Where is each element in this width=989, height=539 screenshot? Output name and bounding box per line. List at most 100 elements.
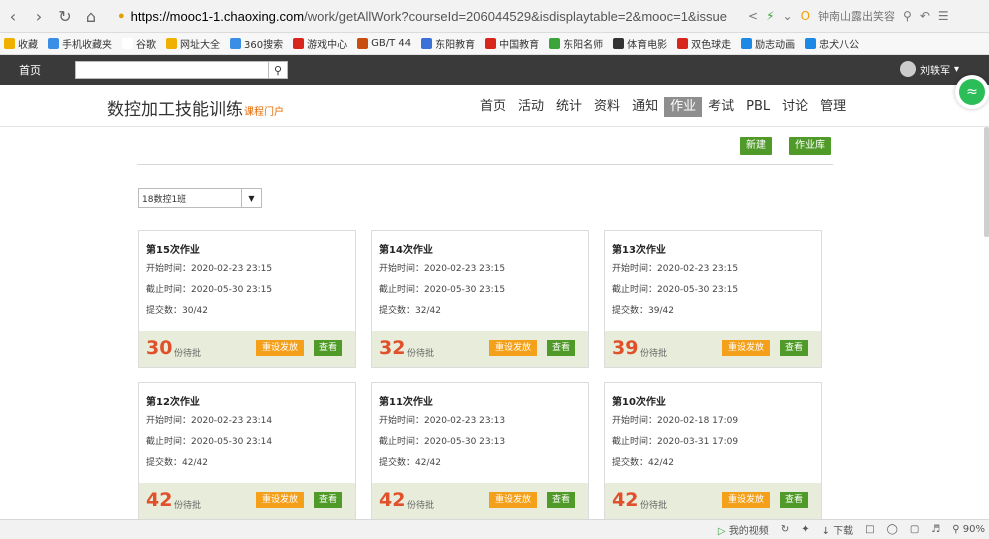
scrollbar[interactable]	[984, 127, 989, 237]
end-time: 截止时间：2020-05-30 23:15	[612, 285, 739, 295]
page-icon[interactable]: □	[865, 524, 874, 535]
search-icon[interactable]: ⚲	[268, 61, 288, 79]
bookmark-label: 游戏中心	[307, 40, 348, 51]
bookmark-label: 360搜索	[244, 40, 284, 51]
bookmark-item[interactable]: 360搜索	[230, 36, 283, 51]
reset-release-button[interactable]: 重设发放	[489, 340, 538, 356]
user-name: 刘轶军	[919, 65, 950, 77]
course-nav-item[interactable]: 管理	[814, 97, 852, 117]
share-icon[interactable]: <	[748, 9, 758, 23]
bookmark-item[interactable]: 中国教育	[485, 36, 539, 51]
site-search-input[interactable]	[75, 61, 268, 79]
chevron-down-icon[interactable]: ▼	[241, 189, 261, 207]
course-nav-item[interactable]: PBL	[740, 97, 776, 117]
bookmark-icon	[230, 38, 241, 49]
pending-label: 份待批	[407, 501, 435, 511]
assignment-title[interactable]: 第14次作业	[379, 241, 433, 256]
pending-count: 42	[612, 489, 639, 511]
bookmark-icon	[357, 38, 369, 49]
submit-count: 提交数：30/42	[146, 306, 208, 316]
site-home-link[interactable]: 首页	[19, 62, 69, 78]
zoom-control[interactable]: ⚲ 90%	[952, 524, 985, 535]
forward-icon[interactable]: ›	[26, 3, 52, 29]
refresh-icon[interactable]: ↻	[781, 524, 789, 535]
bookmark-item[interactable]: 体育电影	[613, 36, 667, 51]
search-suggestion[interactable]: 钟南山露出笑容	[818, 8, 895, 24]
lightning-icon[interactable]: ⚡	[766, 9, 774, 23]
card-footer: 42 份待批 重设发放 查看	[372, 483, 588, 519]
site-topbar: 首页 ⚲ 刘轶军 ▾	[0, 55, 989, 85]
bookmark-item[interactable]: 东阳教育	[421, 36, 475, 51]
course-nav-item[interactable]: 考试	[702, 97, 740, 117]
reset-release-button[interactable]: 重设发放	[722, 340, 771, 356]
address-bar[interactable]: ● https://mooc1-1.chaoxing.com/work/getA…	[118, 4, 738, 28]
pending-count: 42	[146, 489, 173, 511]
bookmark-item[interactable]: 励志动画	[741, 36, 795, 51]
course-nav-item[interactable]: 统计	[550, 97, 588, 117]
view-button[interactable]: 查看	[314, 492, 343, 508]
view-button[interactable]: 查看	[547, 492, 576, 508]
view-button[interactable]: 查看	[780, 340, 809, 356]
tool-icon[interactable]: ✦	[801, 524, 809, 535]
chevron-down-icon[interactable]: ⌄	[783, 9, 793, 23]
assignment-library-button[interactable]: 作业库	[789, 137, 831, 155]
start-time: 开始时间：2020-02-23 23:13	[379, 416, 506, 426]
reset-release-button[interactable]: 重设发放	[256, 492, 305, 508]
card-footer: 39 份待批 重设发放 查看	[605, 331, 821, 367]
reload-icon[interactable]: ↻	[52, 3, 78, 29]
course-nav-item[interactable]: 首页	[474, 97, 512, 117]
reset-release-button[interactable]: 重设发放	[256, 340, 305, 356]
my-video-link[interactable]: ▷ 我的视频	[718, 522, 769, 537]
download-link[interactable]: ↓ 下载	[822, 522, 854, 537]
card-footer: 32 份待批 重设发放 查看	[372, 331, 588, 367]
bookmark-item[interactable]: 收藏	[4, 36, 38, 51]
course-nav-item[interactable]: 通知	[626, 97, 664, 117]
bookmark-item[interactable]: 网址大全	[166, 36, 220, 51]
bookmark-item[interactable]: 双色球走	[677, 36, 731, 51]
browser-statusbar: ▷ 我的视频 ↻ ✦ ↓ 下载 □ ◯ ▢ ♬ ⚲ 90%	[0, 519, 989, 539]
zoom-icon: ⚲	[952, 524, 960, 535]
bookmark-item[interactable]: 东阳名师	[549, 36, 603, 51]
assignment-card: 第15次作业 开始时间：2020-02-23 23:15 截止时间：2020-05-…	[138, 230, 356, 368]
bookmark-item[interactable]: 谷歌	[122, 36, 156, 51]
course-nav-item[interactable]: 活动	[512, 97, 550, 117]
bookmark-icon	[122, 38, 133, 49]
course-nav-item[interactable]: 作业	[664, 97, 703, 117]
bookmark-item[interactable]: 游戏中心	[293, 36, 347, 51]
assignment-card: 第13次作业 开始时间：2020-02-23 23:15 截止时间：2020-05-…	[604, 230, 822, 368]
submit-count: 提交数：42/42	[146, 458, 208, 468]
view-button[interactable]: 查看	[547, 340, 576, 356]
view-button[interactable]: 查看	[780, 492, 809, 508]
wifi-widget[interactable]: ≈	[955, 75, 989, 109]
undo-icon[interactable]: ↶	[920, 9, 930, 23]
home-icon[interactable]: ⌂	[78, 3, 104, 29]
assignment-title[interactable]: 第10次作业	[612, 393, 666, 408]
sound-icon[interactable]: ♬	[931, 524, 940, 535]
course-portal-link[interactable]: 课程门户	[244, 107, 284, 118]
browser-icon[interactable]: ◯	[887, 524, 898, 535]
bookmark-item[interactable]: GB/T 44	[357, 38, 411, 49]
course-nav-item[interactable]: 资料	[588, 97, 626, 117]
bookmark-item[interactable]: 忠犬八公	[805, 36, 859, 51]
class-select[interactable]: 18数控1班 ▼	[138, 188, 262, 208]
new-assignment-button[interactable]: 新建	[740, 137, 772, 155]
assignment-title[interactable]: 第13次作业	[612, 241, 666, 256]
back-icon[interactable]: ‹	[0, 3, 26, 29]
assignment-title[interactable]: 第12次作业	[146, 393, 200, 408]
bookmark-icon	[613, 38, 625, 49]
user-menu[interactable]: 刘轶军 ▾	[899, 61, 959, 77]
view-button[interactable]: 查看	[314, 340, 343, 356]
bookmark-icon	[421, 38, 433, 49]
assignment-title[interactable]: 第11次作业	[379, 393, 433, 408]
menu-icon[interactable]: ☰	[938, 9, 949, 23]
bookmark-icon	[485, 38, 497, 49]
search-icon[interactable]: ⚲	[903, 9, 912, 23]
wifi-icon: ≈	[959, 79, 985, 105]
reset-release-button[interactable]: 重设发放	[489, 492, 538, 508]
window-icon[interactable]: ▢	[910, 524, 919, 535]
assignment-card: 第11次作业 开始时间：2020-02-23 23:13 截止时间：2020-05-…	[371, 382, 589, 520]
reset-release-button[interactable]: 重设发放	[722, 492, 771, 508]
bookmark-item[interactable]: 手机收藏夹	[48, 36, 112, 51]
course-nav-item[interactable]: 讨论	[776, 97, 814, 117]
assignment-title[interactable]: 第15次作业	[146, 241, 200, 256]
